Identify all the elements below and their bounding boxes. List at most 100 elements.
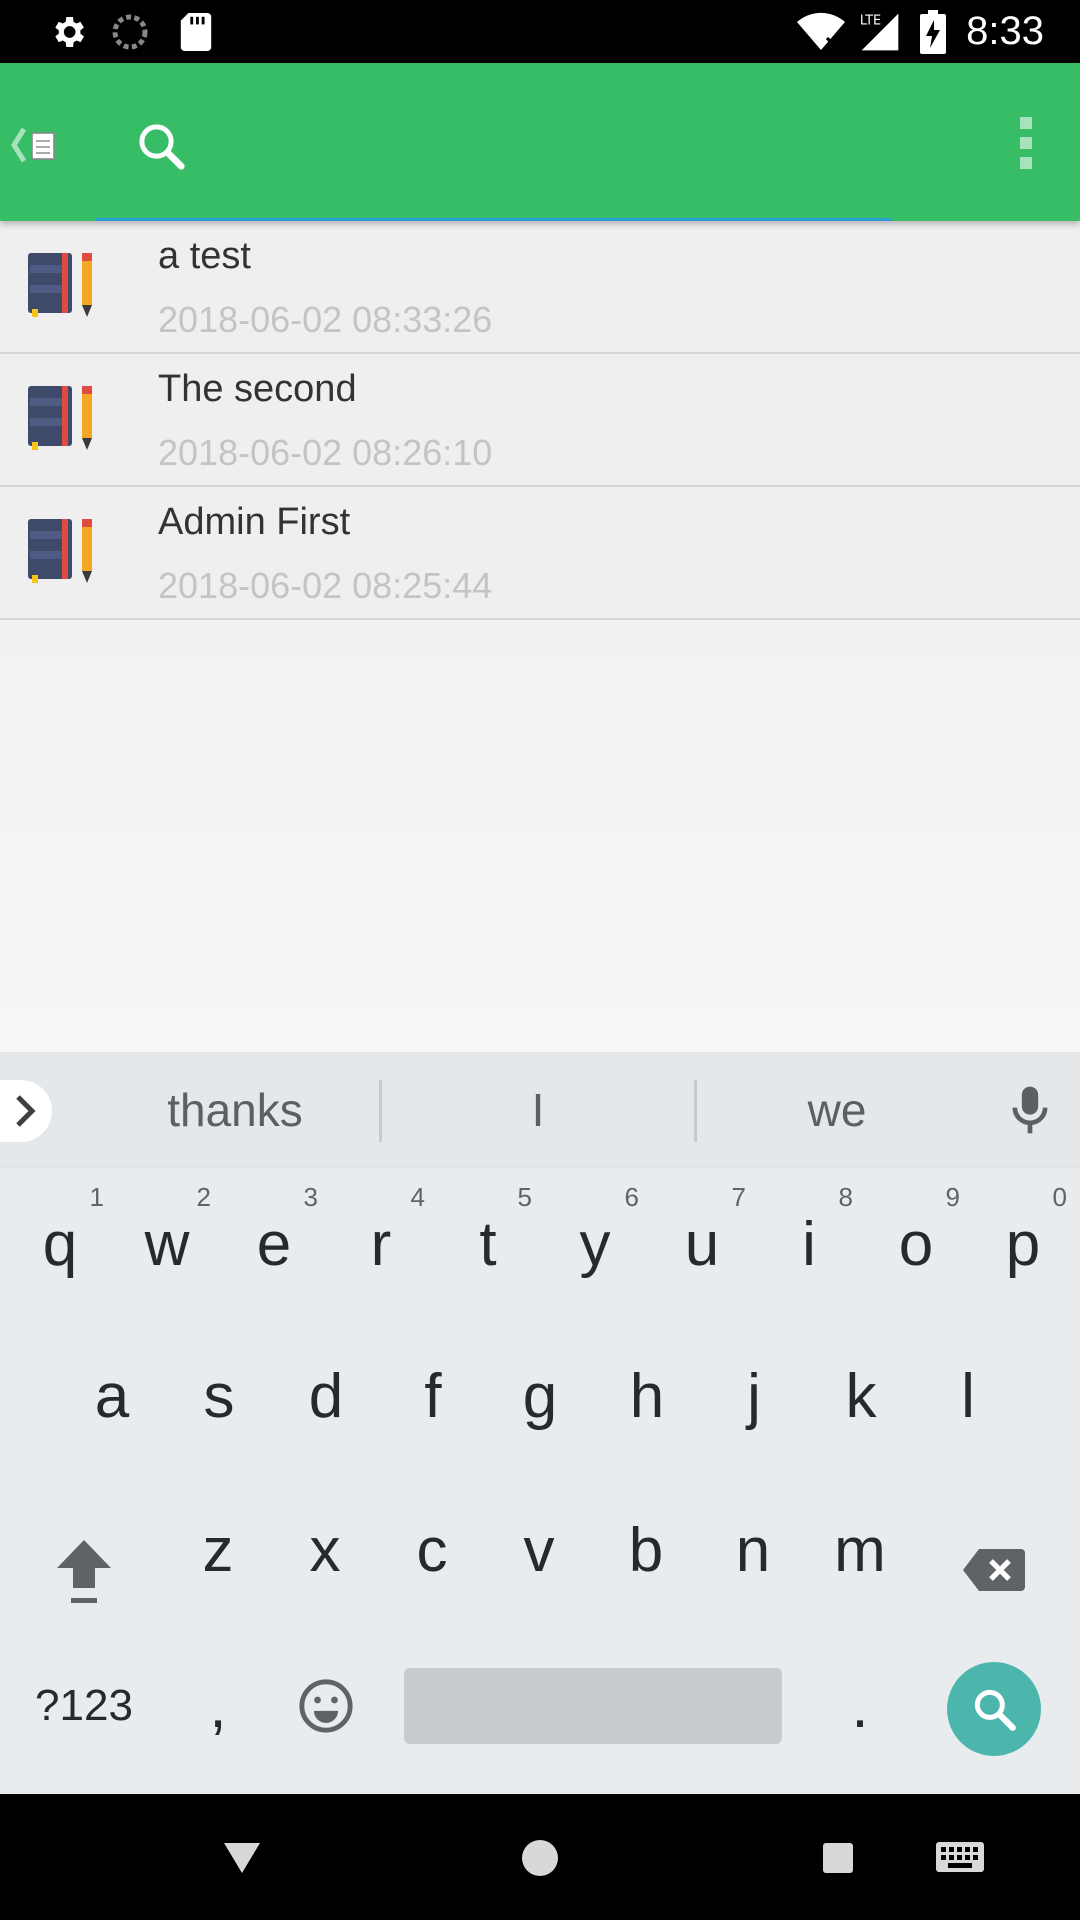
key-s[interactable]: s <box>169 1336 269 1456</box>
key-label: g <box>522 1361 558 1431</box>
comma-key[interactable]: , <box>180 1664 256 1748</box>
key-label: q <box>42 1209 78 1279</box>
key-q[interactable]: q1 <box>10 1182 110 1304</box>
key-label: d <box>308 1361 344 1431</box>
key-p[interactable]: p0 <box>973 1182 1073 1304</box>
suggestion-strip: thanks I we <box>0 1052 1080 1168</box>
key-a[interactable]: a <box>62 1336 162 1456</box>
key-l[interactable]: l <box>918 1336 1018 1456</box>
key-k[interactable]: k <box>811 1336 911 1456</box>
home-circle-icon[interactable] <box>510 1830 570 1886</box>
note-date: 2018-06-02 08:33:26 <box>158 299 493 340</box>
back-notes-icon[interactable] <box>8 115 68 175</box>
key-g[interactable]: g <box>490 1336 590 1456</box>
key-number-hint: 0 <box>1052 1182 1067 1212</box>
key-label: a <box>94 1361 130 1431</box>
key-n[interactable]: n <box>703 1490 803 1610</box>
key-y[interactable]: y6 <box>545 1182 645 1304</box>
note-title: The second <box>158 368 357 410</box>
note-row[interactable]: The second 2018-06-02 08:26:10 <box>0 354 1080 487</box>
key-label: h <box>629 1361 665 1431</box>
symbols-key[interactable]: ?123 <box>24 1664 144 1748</box>
notebook-pencil-icon <box>24 245 108 329</box>
notes-list: a test 2018-06-02 08:33:26 The second 2018-… <box>0 221 1080 620</box>
note-row[interactable]: Admin First 2018-06-02 08:25:44 <box>0 487 1080 620</box>
key-label: y <box>579 1209 611 1279</box>
key-label: v <box>523 1515 555 1585</box>
key-label: o <box>898 1209 934 1279</box>
key-t[interactable]: t5 <box>438 1182 538 1304</box>
suggestion-3[interactable]: we <box>697 1052 977 1168</box>
key-j[interactable]: j <box>704 1336 804 1456</box>
note-title: Admin First <box>158 501 351 543</box>
key-number-hint: 1 <box>89 1182 104 1212</box>
key-x[interactable]: x <box>275 1490 375 1610</box>
key-r[interactable]: r4 <box>331 1182 431 1304</box>
emoji-key[interactable] <box>290 1664 362 1748</box>
key-number-hint: 9 <box>945 1182 960 1212</box>
search-action-key[interactable] <box>947 1662 1041 1756</box>
keyboard-switch-icon[interactable] <box>930 1830 990 1886</box>
status-bar: LTE 8:33 <box>0 0 1080 63</box>
suggestion-1[interactable]: thanks <box>90 1052 380 1168</box>
key-w[interactable]: w2 <box>117 1182 217 1304</box>
key-number-hint: 3 <box>303 1182 318 1212</box>
clock: 8:33 <box>966 9 1044 53</box>
period-key[interactable]: . <box>820 1664 900 1748</box>
key-number-hint: 5 <box>517 1182 532 1212</box>
wifi-icon <box>794 10 848 54</box>
key-label: j <box>747 1361 761 1431</box>
key-v[interactable]: v <box>489 1490 589 1610</box>
key-label: w <box>144 1209 190 1279</box>
back-triangle-icon[interactable] <box>212 1830 272 1886</box>
key-label: x <box>309 1515 341 1585</box>
backspace-key[interactable] <box>958 1530 1030 1610</box>
search-icon <box>134 119 188 173</box>
key-u[interactable]: u7 <box>652 1182 752 1304</box>
key-label: c <box>416 1515 448 1585</box>
overflow-menu-icon[interactable] <box>996 113 1056 173</box>
key-label: n <box>735 1515 771 1585</box>
key-m[interactable]: m <box>810 1490 910 1610</box>
key-number-hint: 6 <box>624 1182 639 1212</box>
key-label: z <box>202 1515 234 1585</box>
svg-text:LTE: LTE <box>860 14 881 29</box>
space-key[interactable] <box>404 1668 782 1744</box>
sync-icon <box>108 10 152 54</box>
key-o[interactable]: o9 <box>866 1182 966 1304</box>
key-label: s <box>203 1361 235 1431</box>
key-label: b <box>628 1515 664 1585</box>
key-label: e <box>256 1209 292 1279</box>
search-input[interactable] <box>96 97 892 221</box>
recents-square-icon[interactable] <box>808 1830 868 1886</box>
battery-charging-icon <box>918 10 948 54</box>
key-c[interactable]: c <box>382 1490 482 1610</box>
key-z[interactable]: z <box>168 1490 268 1610</box>
key-i[interactable]: i8 <box>759 1182 859 1304</box>
key-h[interactable]: h <box>597 1336 697 1456</box>
key-number-hint: 7 <box>731 1182 746 1212</box>
microphone-icon[interactable] <box>1002 1082 1058 1138</box>
key-e[interactable]: e3 <box>224 1182 324 1304</box>
suggestion-2[interactable]: I <box>382 1052 694 1168</box>
note-title: a test <box>158 235 251 277</box>
expand-suggestions-icon[interactable] <box>0 1080 52 1142</box>
key-number-hint: 4 <box>410 1182 425 1212</box>
note-date: 2018-06-02 08:26:10 <box>158 432 493 473</box>
key-b[interactable]: b <box>596 1490 696 1610</box>
lte-signal-icon: LTE <box>856 10 904 54</box>
note-date: 2018-06-02 08:25:44 <box>158 565 493 606</box>
notebook-pencil-icon <box>24 511 108 595</box>
shift-key[interactable] <box>44 1520 124 1620</box>
key-label: k <box>845 1361 877 1431</box>
key-label: l <box>961 1361 975 1431</box>
key-number-hint: 2 <box>196 1182 211 1212</box>
key-d[interactable]: d <box>276 1336 376 1456</box>
key-label: r <box>370 1209 392 1279</box>
key-number-hint: 8 <box>838 1182 853 1212</box>
key-f[interactable]: f <box>383 1336 483 1456</box>
key-label: f <box>424 1361 442 1431</box>
note-row[interactable]: a test 2018-06-02 08:33:26 <box>0 221 1080 354</box>
sd-card-icon <box>176 10 216 54</box>
app-bar <box>0 63 1080 221</box>
